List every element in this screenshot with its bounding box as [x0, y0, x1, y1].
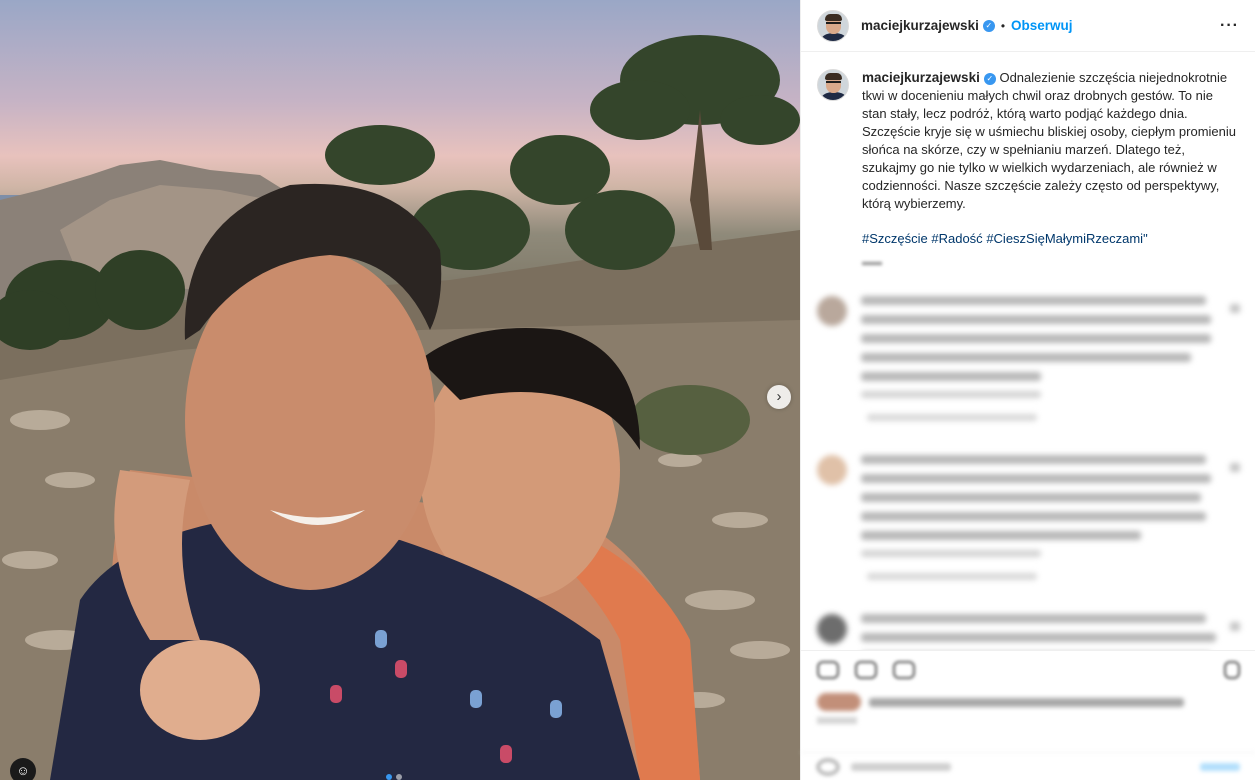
comment-icon[interactable]: [855, 661, 877, 679]
comment-avatar[interactable]: [817, 296, 847, 326]
heart-icon[interactable]: [1230, 463, 1240, 472]
caption-text-block: maciejkurzajewski ✓ Odnalezienie szczęści…: [862, 69, 1237, 272]
post-header: maciejkurzajewski ✓ • Obserwuj ···: [801, 0, 1255, 52]
post-side-panel: maciejkurzajewski ✓ • Obserwuj ··· macie…: [800, 0, 1255, 780]
share-icon[interactable]: [893, 661, 915, 679]
post-comment-button[interactable]: [1200, 762, 1240, 771]
comment-body: [861, 455, 1218, 590]
like-icon[interactable]: [817, 661, 839, 679]
verified-badge-icon: ✓: [983, 73, 996, 85]
heart-icon[interactable]: [1230, 304, 1240, 313]
verified-badge-icon: ✓: [982, 19, 995, 32]
carousel-dot: [396, 774, 402, 780]
comment-item: [817, 296, 1240, 431]
avatar[interactable]: [817, 9, 849, 42]
post-caption: maciejkurzajewski ✓ Odnalezienie szczęści…: [817, 69, 1240, 272]
post-photo[interactable]: › ☺: [0, 0, 800, 780]
caption-avatar[interactable]: [817, 69, 849, 101]
hashtag-link[interactable]: #Radość: [931, 231, 982, 246]
heart-icon[interactable]: [1230, 622, 1240, 631]
comments-scroll-area[interactable]: maciejkurzajewski ✓ Odnalezienie szczęści…: [801, 53, 1255, 650]
separator: •: [1000, 18, 1006, 33]
comment-avatar[interactable]: [817, 455, 847, 485]
next-photo-button[interactable]: ›: [767, 385, 791, 409]
user-tag-icon[interactable]: ☺: [10, 758, 36, 780]
comment-item: [817, 455, 1240, 590]
liked-by[interactable]: [801, 679, 1255, 711]
emoji-icon[interactable]: [817, 758, 839, 775]
comment-body: [861, 296, 1218, 431]
comment-avatar[interactable]: [817, 614, 847, 644]
carousel-dot-active: [386, 774, 392, 780]
liked-by-text: [869, 697, 1184, 707]
more-options-icon[interactable]: ···: [1220, 17, 1239, 35]
hashtag-link[interactable]: #Szczęście: [862, 231, 928, 246]
add-comment-bar: [801, 752, 1255, 780]
caption-text: Odnalezienie szczęścia niejednokrotnie t…: [862, 70, 1237, 211]
follow-button[interactable]: Obserwuj: [1011, 18, 1073, 33]
post-date: [817, 717, 857, 724]
action-bar: [801, 651, 1255, 679]
carousel-dots: [386, 774, 402, 780]
selfie-image: [0, 35, 800, 780]
header-username[interactable]: maciejkurzajewski: [861, 18, 979, 33]
hashtags: #Szczęście #Radość #CieszSięMałymiRzecza…: [862, 230, 1237, 248]
liked-by-avatars: [817, 693, 861, 711]
caption-timestamp: ▬▬: [862, 257, 882, 268]
comment-item: [817, 614, 1240, 650]
hashtag-link[interactable]: #CieszSięMałymiRzeczami": [986, 231, 1147, 246]
caption-username[interactable]: maciejkurzajewski: [862, 70, 980, 85]
save-icon[interactable]: [1224, 661, 1240, 679]
comment-input[interactable]: [851, 762, 951, 771]
comment-body: [861, 614, 1218, 650]
post-actions: [801, 650, 1255, 780]
